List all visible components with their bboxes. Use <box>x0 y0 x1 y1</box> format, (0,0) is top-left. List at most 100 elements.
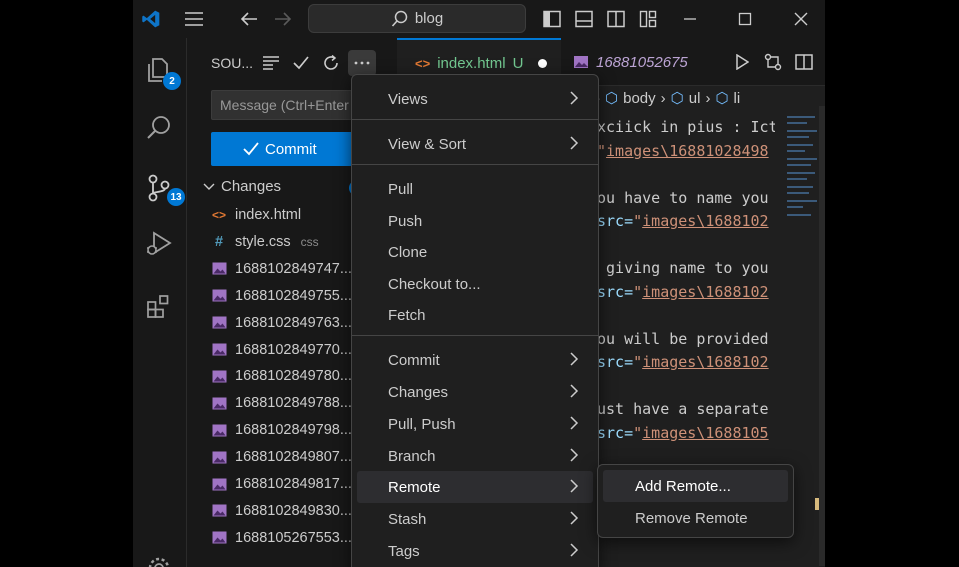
chevron-right-icon: › <box>660 89 666 107</box>
back-arrow-icon[interactable] <box>237 7 261 31</box>
breadcrumb-item[interactable]: body <box>623 90 656 107</box>
submenu-item-remove-remote[interactable]: Remove Remote <box>603 502 788 534</box>
overview-ruler-marker <box>815 498 819 510</box>
scrollbar[interactable] <box>819 106 825 566</box>
toggle-secondary-sidebar-icon[interactable] <box>604 7 628 31</box>
image-file-icon <box>211 424 227 437</box>
menu-item-changes[interactable]: Changes <box>357 376 593 408</box>
changes-file-item[interactable]: # style.css css <box>211 229 319 255</box>
title-bar: blog <box>133 0 825 38</box>
code-quote: " <box>633 423 643 442</box>
changes-file-item[interactable]: 1688102849780... <box>211 363 352 389</box>
changes-file-item[interactable]: 1688102849830... <box>211 498 352 524</box>
gear-icon <box>148 557 170 567</box>
chevron-right-icon <box>569 448 579 466</box>
code-string[interactable]: images\1688102 <box>642 353 768 371</box>
run-debug-button[interactable] <box>139 224 179 264</box>
code-line: ou will be provided <box>597 328 775 352</box>
more-actions-button[interactable] <box>348 50 376 76</box>
maximize-icon[interactable] <box>733 7 757 31</box>
minimize-icon[interactable] <box>678 7 702 31</box>
run-icon[interactable] <box>731 51 753 73</box>
code-string[interactable]: images\1688102 <box>642 283 768 301</box>
menu-item-checkout-to[interactable]: Checkout to... <box>357 268 593 300</box>
menu-item-push[interactable]: Push <box>357 205 593 237</box>
toggle-primary-sidebar-icon[interactable] <box>540 7 564 31</box>
menu-item-label: Views <box>388 90 428 108</box>
changes-file-item[interactable]: 1688102849807... <box>211 444 352 470</box>
breadcrumb-item[interactable]: ul <box>689 90 701 107</box>
breadcrumb-item[interactable]: li <box>734 90 741 107</box>
customize-layout-icon[interactable] <box>636 7 660 31</box>
settings-button[interactable] <box>139 548 179 567</box>
menu-item-label: Stash <box>388 510 427 528</box>
code-quote: " <box>633 212 643 230</box>
menu-item-label: Fetch <box>388 306 426 324</box>
commit-message-input[interactable]: Message (Ctrl+Enter <box>211 90 371 120</box>
search-view-button[interactable] <box>139 108 179 148</box>
menu-item-commit[interactable]: Commit <box>357 344 593 376</box>
refresh-icon[interactable] <box>319 51 343 75</box>
menu-item-views[interactable]: Views <box>357 83 593 115</box>
code-attribute: src= <box>597 353 634 371</box>
commit-button[interactable]: Commit <box>211 132 371 166</box>
unsaved-dot-icon[interactable] <box>538 58 548 68</box>
code-line: src="images\1688102 <box>597 351 775 375</box>
view-as-tree-icon[interactable] <box>259 51 283 75</box>
chevron-right-icon <box>569 136 579 154</box>
menu-item-label: View & Sort <box>388 135 467 153</box>
code-line: src="images\1688102 <box>597 210 775 234</box>
chevron-right-icon <box>569 384 579 402</box>
file-name: 1688105267553... <box>235 529 352 546</box>
close-icon[interactable] <box>789 7 813 31</box>
code-string[interactable]: images\1688102 <box>642 212 768 230</box>
chevron-right-icon <box>569 543 579 561</box>
changes-file-item[interactable]: 1688105267553... <box>211 525 352 551</box>
forward-arrow-icon[interactable] <box>271 7 295 31</box>
menu-item-view-sort[interactable]: View & Sort <box>357 128 593 160</box>
commit-message-placeholder: Message (Ctrl+Enter <box>220 97 349 113</box>
split-editor-icon[interactable] <box>793 51 815 73</box>
changes-file-item[interactable]: 1688102849788... <box>211 390 352 416</box>
changes-file-item[interactable]: 1688102849817... <box>211 471 352 497</box>
menu-item-tags[interactable]: Tags <box>357 535 593 567</box>
extensions-button[interactable] <box>139 286 179 326</box>
minimap[interactable] <box>787 106 819 246</box>
changes-file-item[interactable]: 1688102849798... <box>211 417 352 443</box>
command-center-search[interactable]: blog <box>308 4 526 33</box>
submenu-item-add-remote[interactable]: Add Remote... <box>603 470 788 502</box>
source-control-button[interactable]: 13 <box>139 168 185 208</box>
changes-file-item[interactable]: 1688102849770... <box>211 337 352 363</box>
code-string[interactable]: images\16881028498 <box>606 142 769 160</box>
changes-file-item[interactable]: 1688102849763... <box>211 310 352 336</box>
file-name: 1688102849770... <box>235 341 352 358</box>
toggle-panel-icon[interactable] <box>572 7 596 31</box>
image-file-icon <box>211 451 227 464</box>
menu-item-stash[interactable]: Stash <box>357 503 593 535</box>
changes-file-item[interactable]: 1688102849747... <box>211 256 352 282</box>
menu-item-clone[interactable]: Clone <box>357 236 593 268</box>
menu-item-pull-push[interactable]: Pull, Push <box>357 408 593 440</box>
menu-item-pull[interactable]: Pull <box>357 173 593 205</box>
menu-item-remote[interactable]: Remote <box>357 471 593 503</box>
changes-file-item[interactable]: <> index.html <box>211 202 301 228</box>
explorer-button[interactable]: 2 <box>139 50 181 90</box>
image-file-icon <box>211 316 227 329</box>
menu-item-label: Push <box>388 212 423 230</box>
ellipsis-icon <box>354 61 370 65</box>
changes-file-item[interactable]: 1688102849755... <box>211 283 352 309</box>
code-string[interactable]: images\1688105 <box>642 424 768 442</box>
image-file-icon <box>211 262 227 275</box>
code-quote: " <box>633 282 643 301</box>
changes-section-header[interactable]: Changes <box>203 178 281 195</box>
commit-check-icon[interactable] <box>289 51 313 75</box>
menu-item-label: Tags <box>388 542 420 560</box>
code-lines: xciick in pius : Ict "images\16881028498 o… <box>597 116 775 492</box>
menu-item-fetch[interactable]: Fetch <box>357 299 593 331</box>
menu-item-branch[interactable]: Branch <box>357 440 593 472</box>
menu-icon[interactable] <box>181 7 207 31</box>
open-changes-icon[interactable] <box>762 51 784 73</box>
commit-button-label: Commit <box>265 140 317 158</box>
